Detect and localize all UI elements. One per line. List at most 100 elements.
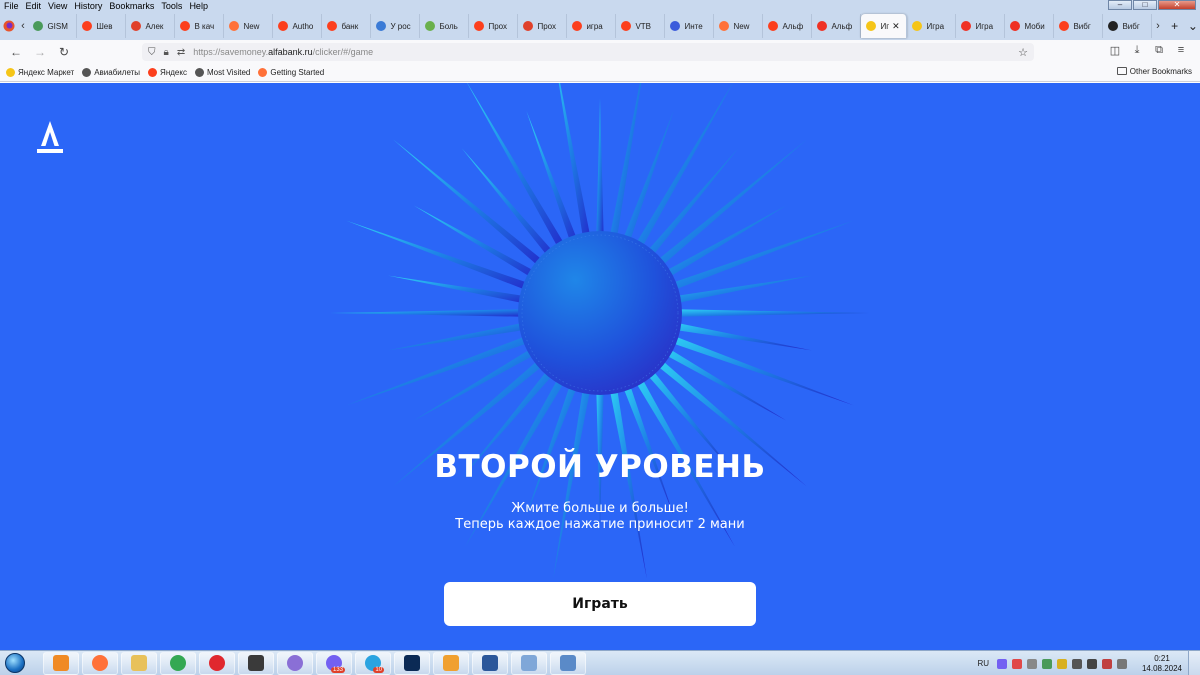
device-tray-icon[interactable] — [1027, 658, 1037, 669]
bookmark-item[interactable]: Getting Started — [258, 68, 324, 77]
browser-tab[interactable]: Альф — [763, 14, 813, 38]
back-button[interactable]: ← — [4, 45, 28, 59]
browser-tab[interactable]: Вибг — [1103, 14, 1153, 38]
app-tray-icon[interactable] — [1042, 658, 1052, 669]
alfa-logo-icon — [37, 121, 63, 153]
browser-tab[interactable]: Боль — [420, 14, 470, 38]
minimize-button[interactable]: – — [1108, 0, 1132, 10]
taskbar-app-firefox[interactable] — [82, 651, 118, 675]
lock-icon[interactable]: 🔒︎ — [164, 47, 169, 58]
tab-favicon-icon — [82, 21, 93, 31]
photoshop-icon — [404, 655, 420, 671]
url-text[interactable]: https://savemoney.alfabank.ru/clicker/#/… — [193, 47, 373, 57]
close-tab-icon[interactable]: ✕ — [892, 21, 900, 32]
taskbar-app-media-player[interactable] — [43, 651, 79, 675]
browser-tab[interactable]: Альф — [812, 14, 862, 38]
browser-tab[interactable]: GISM — [28, 14, 78, 38]
firefox-view-button[interactable] — [0, 12, 17, 40]
volume-icon[interactable] — [1087, 658, 1097, 669]
reload-button[interactable]: ↻ — [52, 45, 76, 59]
clock[interactable]: 0:21 14.08.2024 — [1136, 654, 1188, 674]
browser-tab[interactable]: Моби — [1005, 14, 1055, 38]
browser-tab[interactable]: Игра — [907, 14, 957, 38]
bookmarks-toolbar: Яндекс Маркет Авиабилеты Яндекс Most Visite… — [0, 64, 1200, 82]
close-window-button[interactable]: ✕ — [1158, 0, 1196, 10]
app-menu-icon[interactable]: ≡ — [1170, 44, 1192, 57]
downloads-icon[interactable]: ⤓ — [1126, 44, 1148, 57]
language-indicator[interactable]: RU — [977, 659, 989, 668]
taskbar-app-telegram[interactable]: 10 — [355, 651, 391, 675]
tab-label: New — [733, 21, 750, 31]
browser-tab[interactable]: VTB — [616, 14, 666, 38]
tab-label: Альф — [831, 21, 853, 31]
sun-ray — [669, 309, 870, 317]
antivirus-tray-icon[interactable] — [1012, 658, 1022, 669]
tabs-scroll-left-icon[interactable]: ‹ — [17, 20, 28, 32]
maximize-button[interactable]: □ — [1133, 0, 1157, 10]
browser-tab[interactable]: Прох — [518, 14, 568, 38]
browser-tab[interactable]: Autho — [273, 14, 323, 38]
bookmark-item[interactable]: Яндекс — [148, 68, 187, 77]
start-button[interactable] — [0, 651, 30, 675]
browser-tab[interactable]: банк — [322, 14, 372, 38]
menu-item-bookmarks[interactable]: Bookmarks — [109, 1, 154, 11]
pocket-icon[interactable]: ◫ — [1104, 44, 1126, 57]
taskbar-app-viber[interactable]: 133 — [316, 651, 352, 675]
taskbar-app-nox[interactable] — [238, 651, 274, 675]
hidden-icons-icon[interactable] — [1117, 658, 1127, 669]
play-button[interactable]: Играть — [444, 582, 756, 626]
forward-button[interactable]: → — [28, 45, 52, 59]
menu-item-edit[interactable]: Edit — [26, 1, 42, 11]
browser-tab[interactable]: New — [714, 14, 764, 38]
browser-tab[interactable]: Алек — [126, 14, 176, 38]
menu-item-tools[interactable]: Tools — [161, 1, 182, 11]
browser-tab[interactable]: В кач — [175, 14, 225, 38]
shield-icon[interactable]: ⛉ — [148, 47, 156, 58]
menu-item-help[interactable]: Help — [189, 1, 208, 11]
permissions-icon[interactable]: ⇄ — [177, 47, 185, 58]
bookmark-favicon-icon — [6, 68, 15, 77]
browser-tab[interactable]: New — [224, 14, 274, 38]
taskbar-app-app-pen[interactable] — [433, 651, 469, 675]
action-center-icon[interactable] — [1102, 658, 1112, 669]
menu-item-view[interactable]: View — [48, 1, 67, 11]
menu-item-file[interactable]: File — [4, 1, 19, 11]
tab-favicon-icon — [572, 21, 583, 31]
sun-ray — [558, 83, 592, 245]
taskbar-app-word[interactable] — [472, 651, 508, 675]
taskbar-app-photoshop[interactable] — [394, 651, 430, 675]
bookmark-item[interactable]: Яндекс Маркет — [6, 68, 74, 77]
browser-tab[interactable]: Инте — [665, 14, 715, 38]
taskbar-app-app-globe[interactable] — [277, 651, 313, 675]
show-desktop-button[interactable] — [1188, 651, 1200, 675]
taskbar-app-app-doc[interactable] — [511, 651, 547, 675]
other-bookmarks[interactable]: Other Bookmarks — [1116, 67, 1192, 76]
bookmark-item[interactable]: Most Visited — [194, 68, 250, 77]
sun-core[interactable] — [518, 231, 682, 395]
tab-label: Алек — [145, 21, 164, 31]
browser-tab[interactable]: Вибг — [1054, 14, 1104, 38]
browser-tab[interactable]: Иг ✕ — [861, 14, 908, 38]
taskbar-app-opera[interactable] — [199, 651, 235, 675]
tabs-scroll-right-icon[interactable]: › — [1152, 20, 1163, 32]
app-doc-icon — [521, 655, 537, 671]
address-bar[interactable]: ⛉ 🔒︎ ⇄ https://savemoney.alfabank.ru/cli… — [142, 43, 1034, 61]
new-tab-button[interactable]: + — [1168, 19, 1182, 33]
browser-tab[interactable]: Шев — [77, 14, 127, 38]
browser-tab[interactable]: Игра — [956, 14, 1006, 38]
browser-tab[interactable]: У рос — [371, 14, 421, 38]
taskbar-app-app-window[interactable] — [550, 651, 586, 675]
bookmark-item[interactable]: Авиабилеты — [82, 68, 140, 77]
sun-ray — [467, 83, 569, 255]
browser-tab[interactable]: Прох — [469, 14, 519, 38]
network-tray-icon[interactable] — [1072, 658, 1082, 669]
bookmark-star-icon[interactable]: ☆ — [1018, 46, 1028, 59]
update-tray-icon[interactable] — [1057, 658, 1067, 669]
taskbar-app-chrome[interactable] — [160, 651, 196, 675]
extensions-icon[interactable]: ⧉ — [1148, 44, 1170, 57]
viber-tray-icon[interactable] — [997, 658, 1007, 669]
browser-tab[interactable]: игра — [567, 14, 617, 38]
list-all-tabs-icon[interactable]: ⌄ — [1186, 19, 1200, 33]
taskbar-app-explorer[interactable] — [121, 651, 157, 675]
menu-item-history[interactable]: History — [74, 1, 102, 11]
